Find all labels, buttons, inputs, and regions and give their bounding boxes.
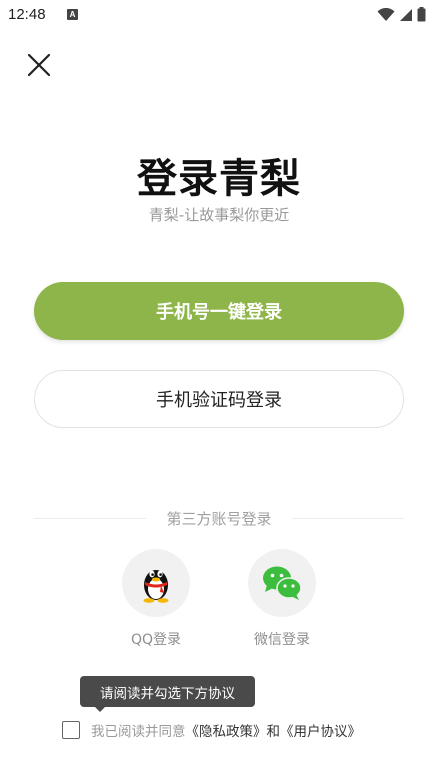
agreement-prefix: 我已阅读并同意 [91, 724, 186, 740]
qq-login[interactable]: QQ登录 [106, 549, 206, 649]
third-party-divider: 第三方账号登录 [34, 506, 404, 530]
user-agreement-link[interactable]: 《用户协议》 [280, 720, 361, 740]
close-icon [27, 53, 51, 77]
qq-login-button[interactable] [122, 549, 190, 617]
agreement-checkbox[interactable] [62, 721, 80, 739]
wechat-login-label: 微信登录 [254, 632, 310, 648]
status-icons [377, 7, 426, 22]
sms-code-login-button[interactable]: 手机验证码登录 [34, 370, 404, 428]
wifi-icon [377, 7, 395, 21]
battery-icon [417, 7, 426, 22]
one-click-login-button[interactable]: 手机号一键登录 [34, 282, 404, 340]
wechat-login[interactable]: 微信登录 [232, 549, 332, 649]
page-subtitle: 青梨-让故事梨你更近 [148, 206, 290, 224]
agreement-row: 我已阅读并同意 《隐私政策》 和 《用户协议》 [62, 718, 361, 742]
agreement-and: 和 [266, 724, 281, 740]
a-notification-icon: A [67, 9, 78, 20]
status-bar: 12:48 A [0, 0, 438, 30]
agreement-tooltip: 请阅读并勾选下方协议 [80, 676, 255, 707]
privacy-policy-link[interactable]: 《隐私政策》 [186, 720, 267, 740]
status-time: 12:48 [8, 6, 46, 23]
third-party-label: 第三方账号登录 [166, 510, 272, 528]
wechat-icon [263, 566, 302, 600]
close-button[interactable] [24, 50, 54, 80]
qq-penguin-icon [143, 570, 169, 603]
qq-login-label: QQ登录 [130, 632, 182, 648]
page-title: 登录青梨 [137, 155, 301, 202]
signal-icon [400, 8, 412, 21]
tooltip-arrow [94, 706, 106, 712]
wechat-login-button[interactable] [248, 549, 316, 617]
